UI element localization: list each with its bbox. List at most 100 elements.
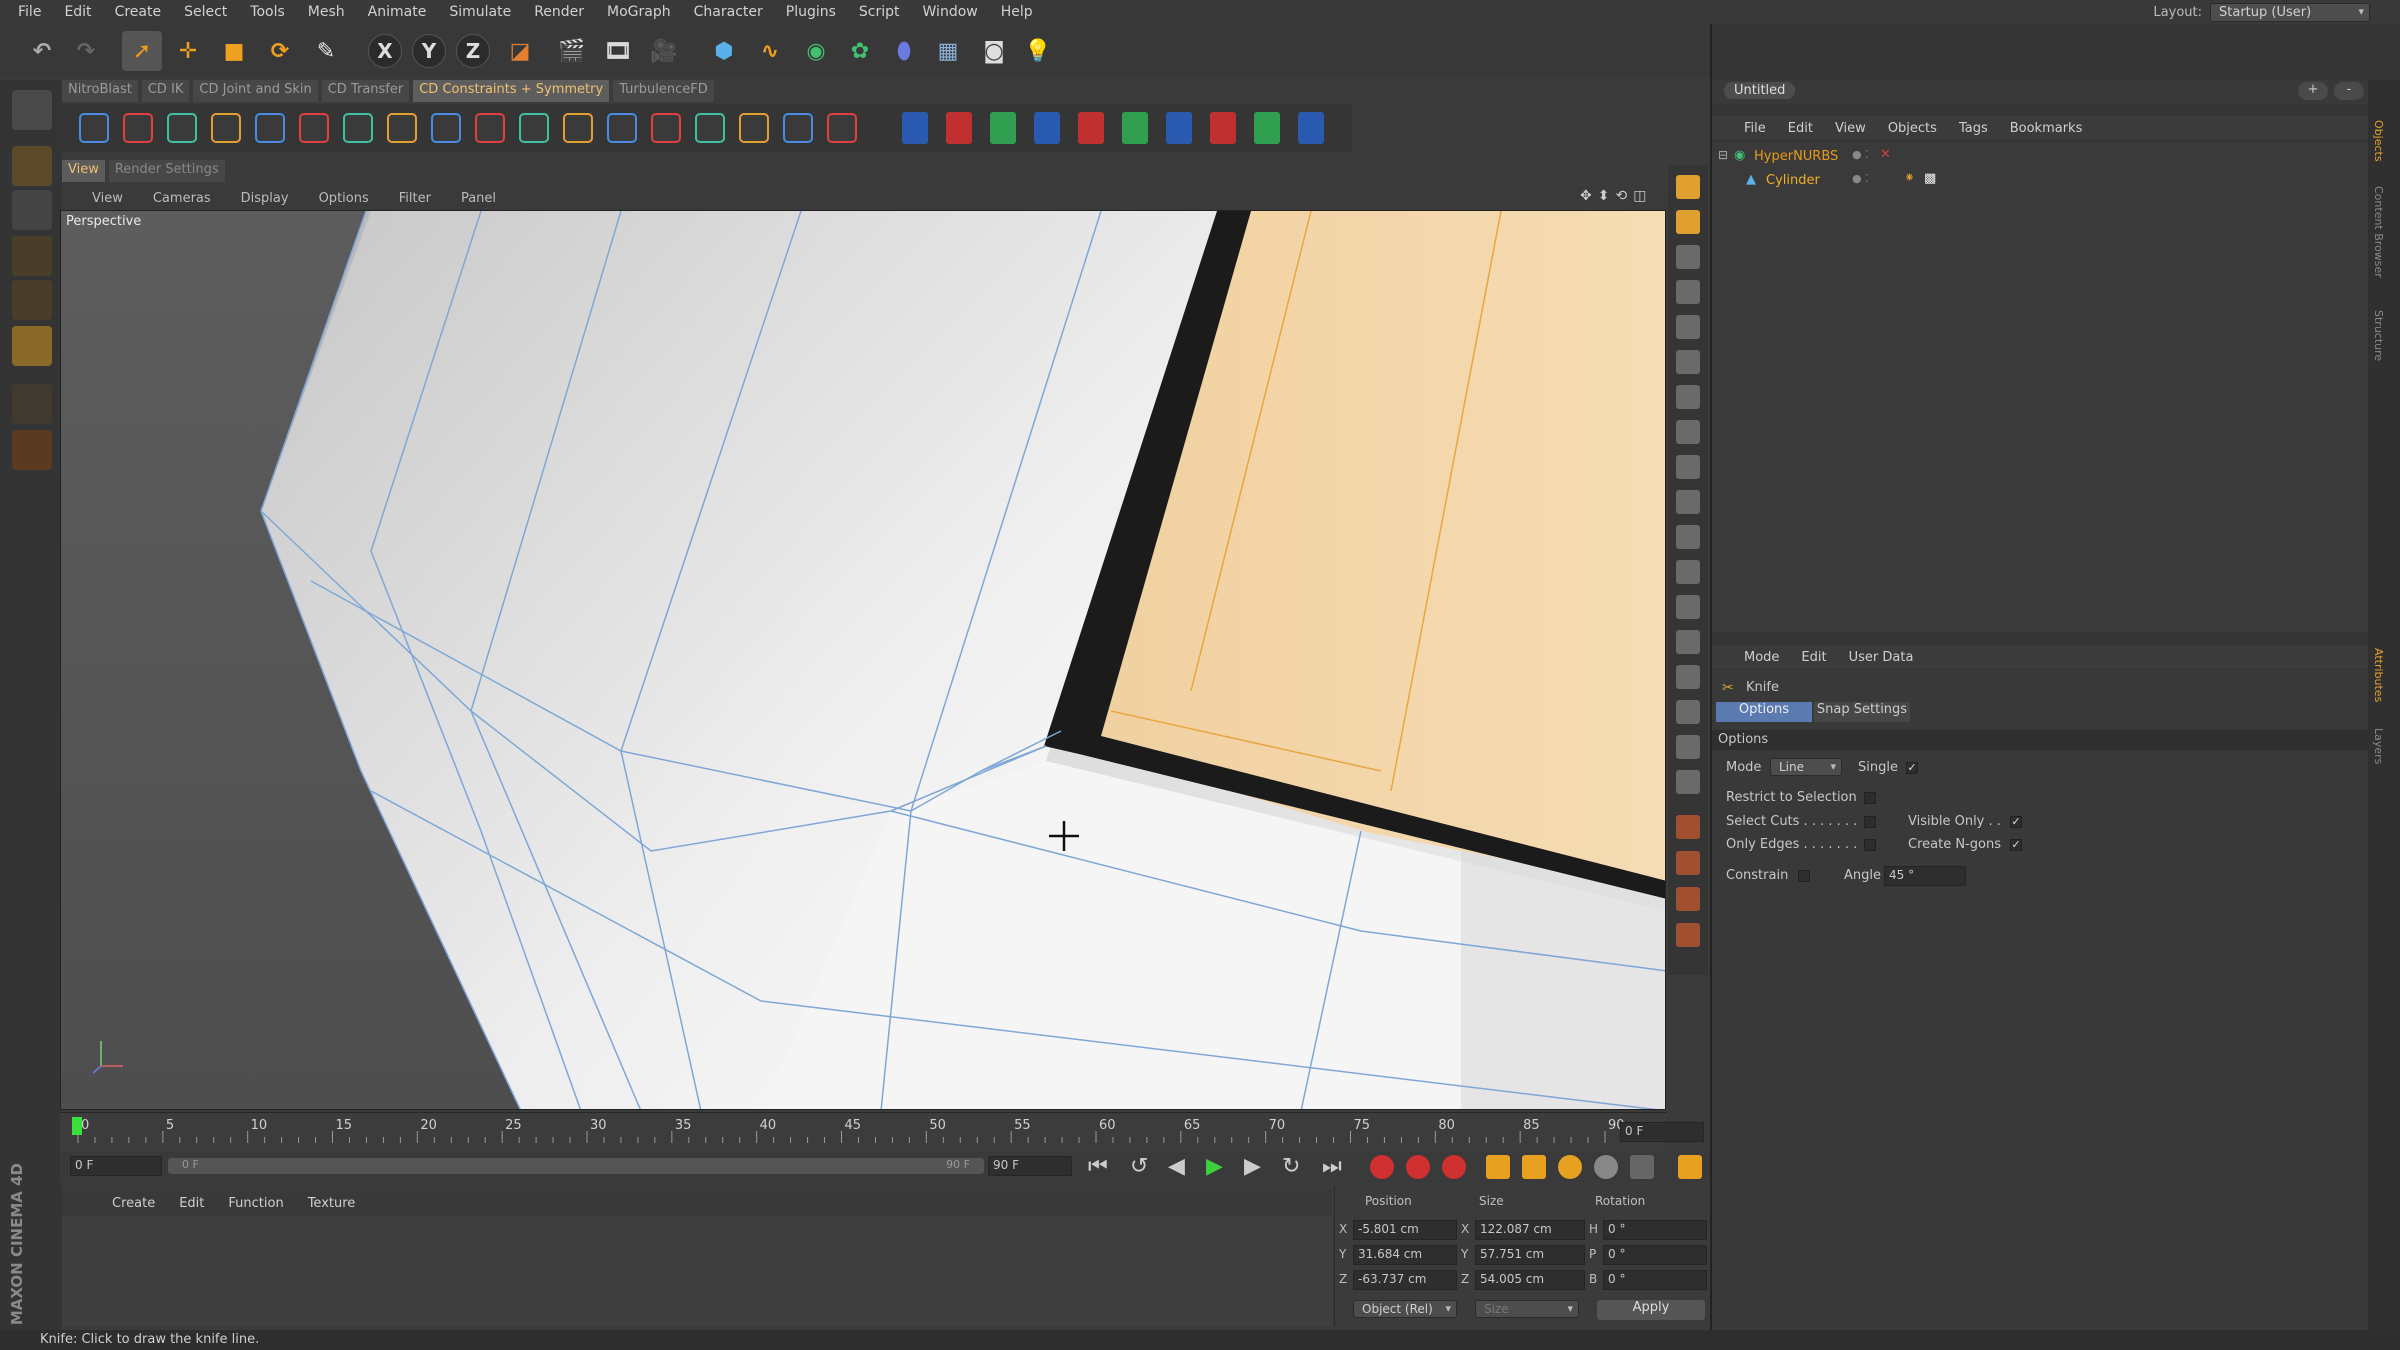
joint-tool-icon[interactable] [695, 113, 725, 143]
floor-icon[interactable]: ▦ [928, 31, 968, 71]
joint-tool-icon[interactable] [431, 113, 461, 143]
only-edges-checkbox[interactable] [1864, 839, 1876, 851]
constraint-tool-icon[interactable] [1078, 112, 1104, 144]
mesh-tool-icon[interactable] [1676, 420, 1700, 444]
joint-tool-icon[interactable] [783, 113, 813, 143]
mesh-tool-icon[interactable] [1676, 595, 1700, 619]
mesh-tool-icon[interactable] [1676, 245, 1700, 269]
rot-p-field[interactable]: 0 ° [1603, 1245, 1707, 1265]
scene-menu-icon[interactable]: - [2334, 82, 2364, 100]
attr-menu-mode[interactable]: Mode [1744, 650, 1779, 665]
step-forward-icon[interactable]: ▶ [1244, 1154, 1261, 1179]
joint-tool-icon[interactable] [563, 113, 593, 143]
constraint-tool-icon[interactable] [1210, 112, 1236, 144]
redo-icon[interactable]: ↷ [66, 31, 106, 71]
pos-z-field[interactable]: -63.737 cm [1353, 1270, 1457, 1290]
joint-tool-icon[interactable] [607, 113, 637, 143]
spline-pen-icon[interactable]: ∿ [750, 31, 790, 71]
view-menu-panel[interactable]: Panel [461, 191, 496, 206]
mesh-tool-icon[interactable] [1676, 770, 1700, 794]
menu-file[interactable]: File [18, 4, 41, 20]
key-rotation-icon[interactable] [1558, 1155, 1582, 1179]
create-ngons-checkbox[interactable]: ✓ [2010, 839, 2022, 851]
joint-tool-icon[interactable] [827, 113, 857, 143]
edges-mode-icon[interactable] [12, 280, 52, 320]
object-menu-objects[interactable]: Objects [1888, 121, 1937, 136]
cube-primitive-icon[interactable]: ⬢ [704, 31, 744, 71]
mesh-tool-icon[interactable] [1676, 560, 1700, 584]
render-view-icon[interactable]: 🎬 [552, 31, 592, 71]
mesh-tool-icon[interactable] [1676, 700, 1700, 724]
joint-tool-icon[interactable] [79, 113, 109, 143]
y-axis-toggle[interactable]: Y [412, 34, 446, 68]
key-pla-icon[interactable] [1630, 1155, 1654, 1179]
material-tag-icon[interactable]: ▩ [1924, 171, 1936, 186]
mesh-tool-icon[interactable] [1676, 735, 1700, 759]
material-menu-create[interactable]: Create [112, 1196, 155, 1211]
side-tool-icons[interactable] [1668, 165, 1708, 975]
mesh-tool-icon[interactable] [1676, 350, 1700, 374]
menu-mesh[interactable]: Mesh [308, 4, 345, 20]
joint-tool-icon[interactable] [387, 113, 417, 143]
object-row-hypernurbs[interactable]: ⊟ ◉ HyperNURBS ● ⁚ ✕ [1712, 146, 2368, 168]
single-checkbox[interactable]: ✓ [1906, 762, 1918, 774]
scene-tab[interactable]: Untitled [1724, 82, 1796, 99]
viewport-nav-icons[interactable]: ✥⬍⟲◫ [1580, 188, 1652, 204]
object-menu-view[interactable]: View [1835, 121, 1866, 136]
mesh-tool-icon[interactable] [1676, 525, 1700, 549]
side-tab-layers[interactable]: Layers [2372, 728, 2385, 764]
menu-plugins[interactable]: Plugins [786, 4, 836, 20]
visibility-dots-icon[interactable]: ● ⁚ [1852, 148, 1869, 161]
side-tab-structure[interactable]: Structure [2372, 310, 2385, 361]
tab-nitroblast[interactable]: NitroBlast [62, 80, 138, 102]
constraint-tool-icon[interactable] [1254, 112, 1280, 144]
pos-y-field[interactable]: 31.684 cm [1353, 1245, 1457, 1265]
phong-tag-icon[interactable]: ⁕ [1904, 171, 1915, 186]
visibility-dots-icon[interactable]: ● ⁚ [1852, 172, 1869, 185]
joint-tool-icon[interactable] [475, 113, 505, 143]
step-back-icon[interactable]: ◀ [1168, 1154, 1185, 1179]
object-row-cylinder[interactable]: ▲ Cylinder ● ⁚ ⁕ ▩ [1712, 170, 2368, 192]
go-to-start-icon[interactable]: ⏮ [1088, 1154, 1108, 1179]
menu-create[interactable]: Create [115, 4, 162, 20]
key-position-icon[interactable] [1486, 1155, 1510, 1179]
mesh-tool-icon[interactable] [1676, 210, 1700, 234]
array-icon[interactable]: ✿ [840, 31, 880, 71]
view-menu-view[interactable]: View [92, 191, 123, 206]
go-to-end-icon[interactable]: ⏭ [1322, 1154, 1342, 1179]
attr-menu-edit[interactable]: Edit [1801, 650, 1826, 665]
visible-only-checkbox[interactable]: ✓ [2010, 816, 2022, 828]
record-icon[interactable] [1370, 1155, 1394, 1179]
make-editable-icon[interactable] [12, 90, 52, 130]
rot-h-field[interactable]: 0 ° [1603, 1220, 1707, 1240]
mesh-tool-icon[interactable] [1676, 455, 1700, 479]
object-menu-bookmarks[interactable]: Bookmarks [2010, 121, 2083, 136]
timeline-ruler[interactable]: 0 5 10 15 20 25 30 35 40 45 50 55 60 65 70 75 80 85 90 [60, 1112, 1666, 1152]
end-frame-field[interactable]: 90 F [988, 1156, 1072, 1176]
texture-mode-icon[interactable] [12, 190, 52, 230]
recent-tools-icon[interactable]: ✎ [306, 31, 346, 71]
material-menu-function[interactable]: Function [228, 1196, 283, 1211]
constraint-tool-icon[interactable] [1034, 112, 1060, 144]
undo-icon[interactable]: ↶ [22, 31, 62, 71]
coordinate-mode-select[interactable]: Object (Rel) [1353, 1300, 1457, 1318]
select-cuts-checkbox[interactable] [1864, 816, 1876, 828]
mesh-tool-icon[interactable] [1676, 851, 1700, 875]
play-icon[interactable]: ▶ [1206, 1154, 1223, 1179]
joint-tool-icon[interactable] [343, 113, 373, 143]
tab-turbulencefd[interactable]: TurbulenceFD [613, 80, 714, 102]
add-scene-icon[interactable]: + [2298, 82, 2328, 100]
deformer-icon[interactable]: ⬮ [884, 31, 924, 71]
object-menu-file[interactable]: File [1744, 121, 1766, 136]
autokey-icon[interactable] [1406, 1155, 1430, 1179]
expand-icon[interactable]: ⊟ [1718, 148, 1728, 162]
mesh-tool-icon[interactable] [1676, 665, 1700, 689]
object-menu-tags[interactable]: Tags [1959, 121, 1988, 136]
view-menu-filter[interactable]: Filter [399, 191, 431, 206]
size-mode-select[interactable]: Size [1475, 1300, 1579, 1318]
object-menu-edit[interactable]: Edit [1788, 121, 1813, 136]
menu-edit[interactable]: Edit [64, 4, 91, 20]
viewport[interactable] [60, 210, 1666, 1110]
light-icon[interactable]: 💡 [1018, 31, 1058, 71]
restrict-checkbox[interactable] [1864, 792, 1876, 804]
